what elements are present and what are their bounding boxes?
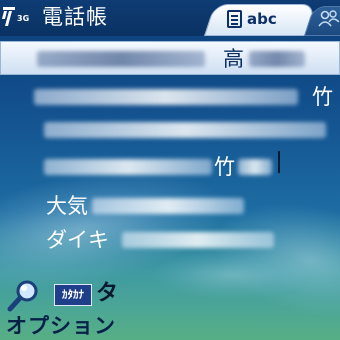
input-mode-badge[interactable]: ｶﾀｶﾅ (54, 284, 92, 306)
obscured-name (44, 122, 326, 138)
contact-row[interactable] (0, 113, 340, 147)
contact-row[interactable]: 竹 (0, 80, 340, 114)
contact-name-visible: 竹 (312, 85, 333, 109)
contact-name-visible: 竹 (214, 155, 235, 179)
obscured-name (34, 89, 298, 105)
contact-name-visible: ダイキ (46, 228, 109, 252)
phonebook-screen: 3G 電話帳 abc 高 竹 竹 大気 ダイキ ｶﾀｶﾅ タ オプション (0, 0, 340, 340)
tab-abc-label: abc (247, 10, 277, 28)
signal-strength-icon (2, 7, 15, 26)
tab-abc-content[interactable]: abc (226, 8, 277, 30)
contact-row-selected[interactable]: 高 (0, 41, 340, 75)
search-bar[interactable] (0, 276, 340, 312)
phonebook-icon (227, 10, 242, 28)
group-icon (318, 10, 340, 27)
obscured-name (44, 159, 212, 175)
contact-row[interactable]: 大気 (0, 189, 340, 223)
obscured-name (92, 198, 244, 214)
search-icon (7, 280, 38, 312)
search-input[interactable]: タ (96, 279, 118, 309)
contact-row[interactable]: 竹 (0, 150, 340, 184)
obscured-name (122, 232, 274, 248)
options-softkey[interactable]: オプション (6, 313, 116, 339)
contact-row[interactable]: ダイキ (0, 223, 340, 257)
contact-name-visible: 高 (223, 47, 244, 71)
obscured-name (37, 51, 205, 67)
text-cursor (278, 151, 280, 173)
obscured-name (238, 159, 272, 175)
obscured-name (249, 51, 305, 67)
network-indicator: 3G (17, 14, 30, 23)
contact-name-visible: 大気 (46, 194, 88, 218)
page-title: 電話帳 (42, 5, 108, 29)
